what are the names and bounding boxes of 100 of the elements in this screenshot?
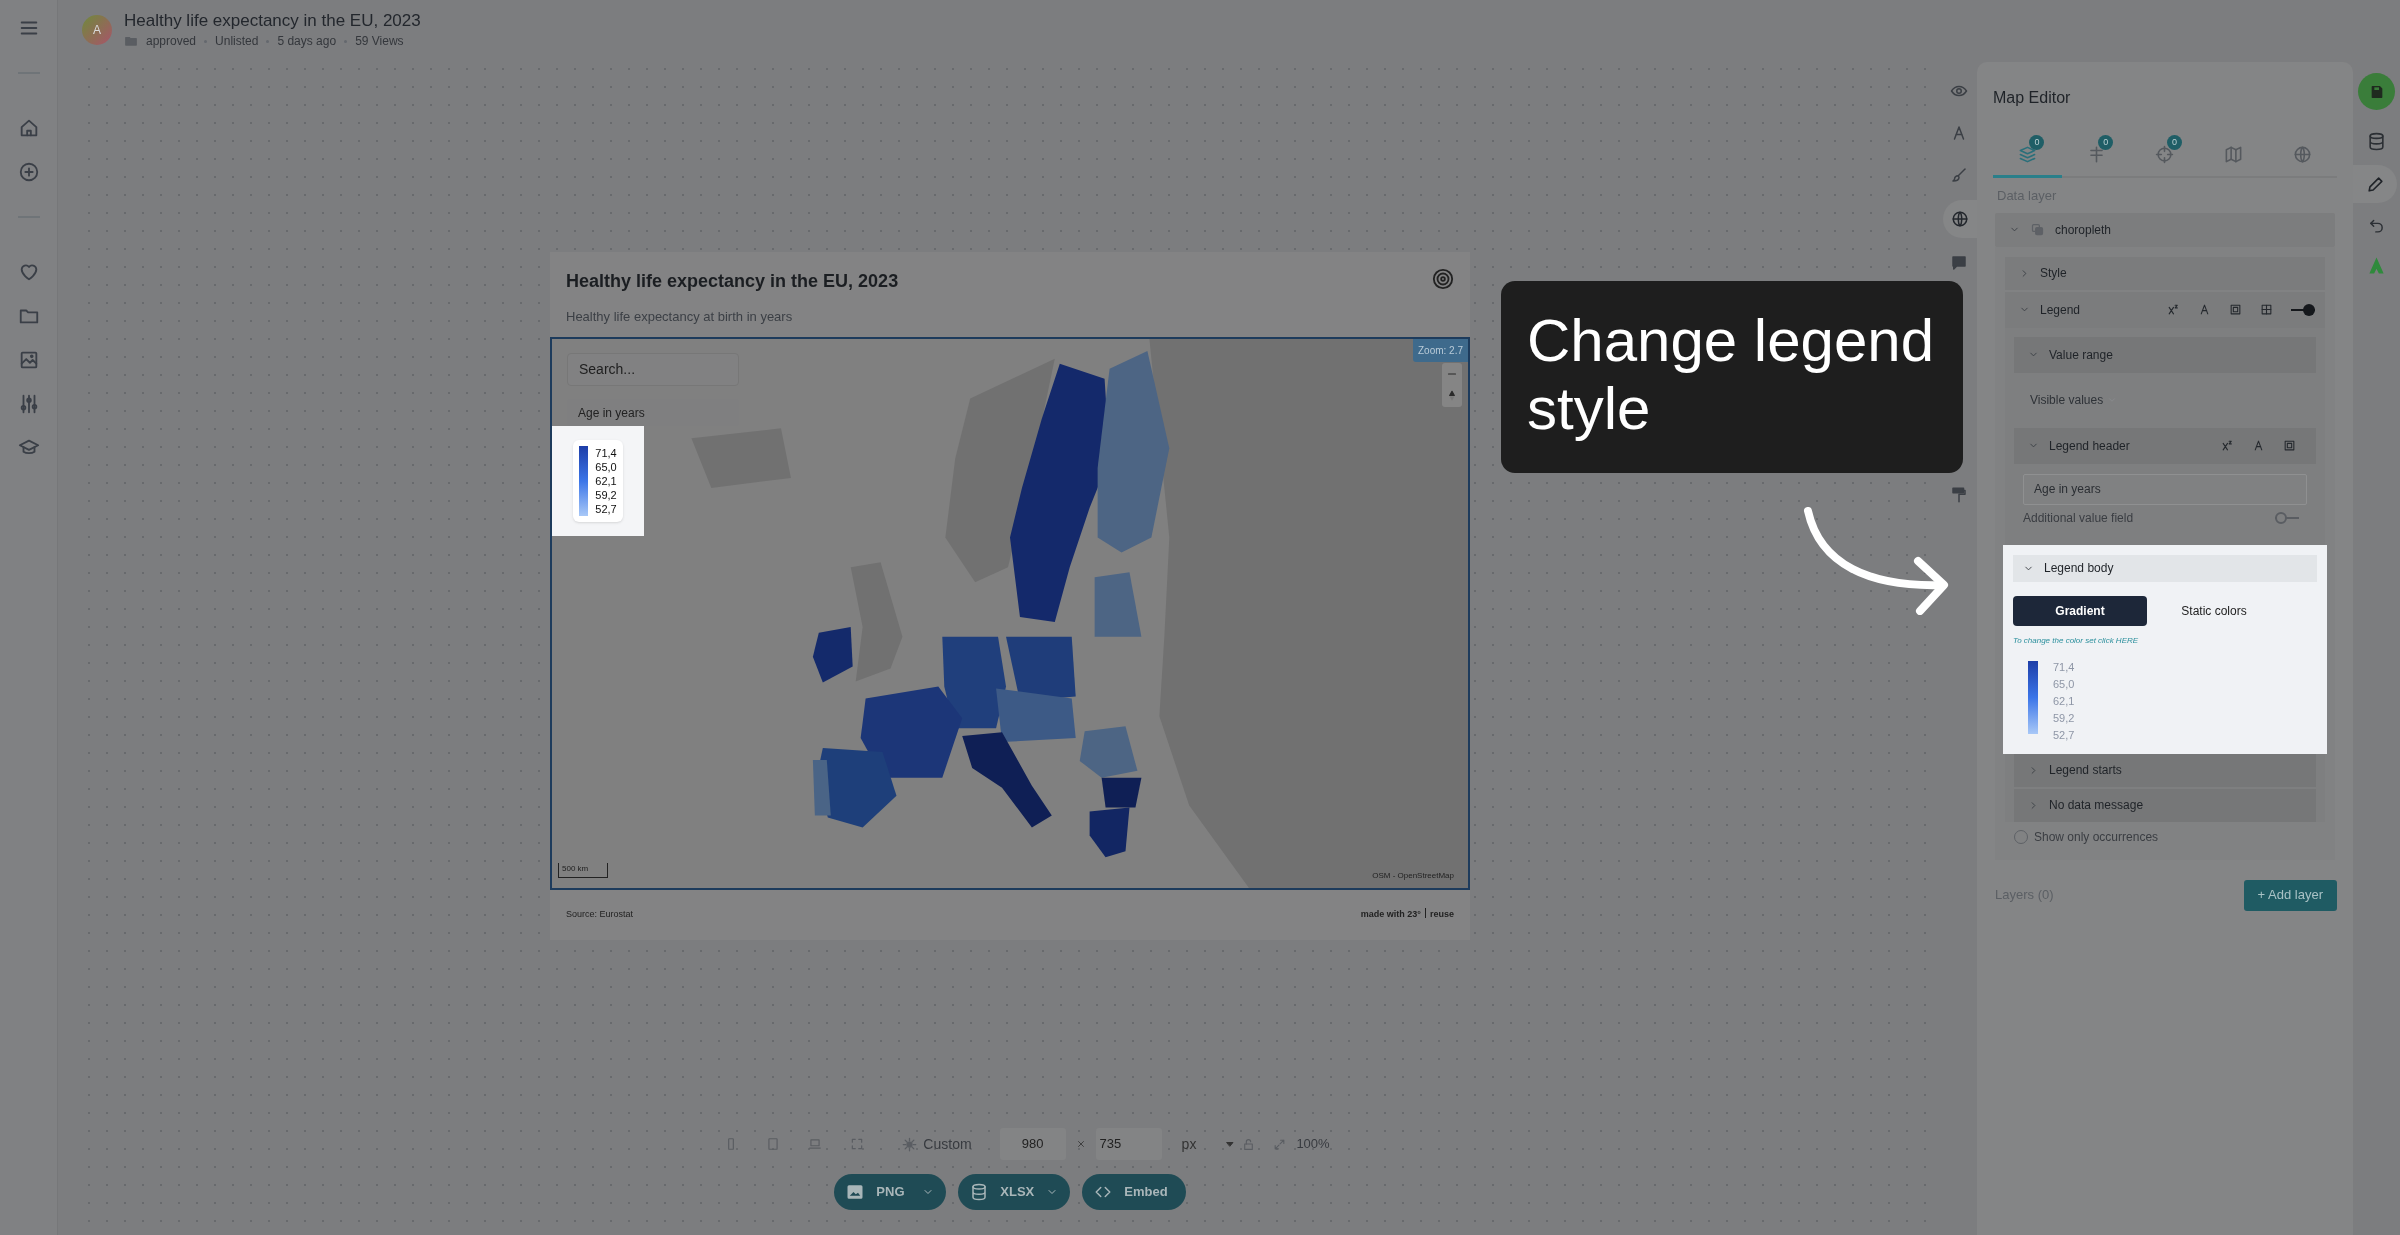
credit-text: made with 23° xyxy=(1360,908,1421,922)
scale-bar: 500 km xyxy=(558,863,608,878)
count-badge: 0 xyxy=(2029,135,2045,150)
save-button[interactable] xyxy=(2358,73,2395,110)
comment-icon[interactable] xyxy=(1949,254,1968,272)
lock-icon[interactable] xyxy=(1242,1137,1256,1151)
legend-value: 59,2 xyxy=(595,488,617,502)
section-label: Value range xyxy=(2049,346,2113,364)
section-header[interactable]: choropleth xyxy=(1995,212,2335,247)
section-label: Legend xyxy=(2040,301,2081,319)
resize-icon[interactable] xyxy=(1273,1137,1287,1151)
map-icon xyxy=(2224,145,2244,164)
logo-icon xyxy=(2367,256,2386,275)
legend-value: 62,1 xyxy=(2053,693,2075,709)
legend-value: 71,4 xyxy=(2053,659,2075,675)
gradient-bar xyxy=(579,446,589,516)
folder-icon xyxy=(124,34,138,48)
globe-icon xyxy=(2293,145,2313,164)
editor-tab[interactable]: 0 xyxy=(2130,134,2200,178)
export-button[interactable]: XLSX xyxy=(958,1174,1071,1210)
layers-icon xyxy=(2030,222,2045,237)
edit-tab[interactable] xyxy=(2353,165,2397,203)
section-label: choropleth xyxy=(2055,221,2112,239)
laptop-icon[interactable] xyxy=(808,1137,823,1151)
database-icon[interactable] xyxy=(2367,132,2386,151)
section-header[interactable]: No data message xyxy=(2014,788,2316,822)
legend-value: 59,2 xyxy=(2053,710,2075,726)
text-icon[interactable] xyxy=(2252,439,2265,452)
reuse-link[interactable]: reuse xyxy=(1429,908,1454,922)
section-label: Legend body xyxy=(2044,560,2114,577)
meta-text: 59 Views xyxy=(355,33,404,50)
section-header[interactable]: Legend header xyxy=(2014,427,2316,464)
legend-value: 65,0 xyxy=(595,460,617,474)
crosshair-icon xyxy=(2155,145,2175,164)
section-label: Legend starts xyxy=(2049,762,2122,779)
undo-icon[interactable] xyxy=(2368,217,2385,234)
search-field[interactable]: Search... xyxy=(567,353,739,386)
legend-value: 71,4 xyxy=(595,446,617,460)
pencil-icon xyxy=(2365,174,2385,194)
editor-tab[interactable]: 0 xyxy=(1993,134,2062,178)
dropdown-value: Visible values xyxy=(2030,392,2104,409)
option-label: Show only occurrences xyxy=(2034,828,2159,846)
tablet-icon[interactable] xyxy=(766,1137,781,1151)
fullscreen-icon[interactable] xyxy=(850,1137,865,1151)
section-header[interactable]: Legend starts xyxy=(2014,753,2316,787)
field-label: Additional value field xyxy=(2023,509,2134,527)
meta-text: approved xyxy=(146,33,197,50)
height-field[interactable]: 735 xyxy=(1095,1128,1162,1160)
section-header[interactable]: Legend xyxy=(2005,291,2325,328)
meta-text: Unlisted xyxy=(215,33,259,50)
export-button[interactable]: Embed xyxy=(1082,1174,1186,1210)
page-title: Healthy life expectancy in the EU, 2023 xyxy=(124,10,421,32)
frame-icon[interactable] xyxy=(2229,303,2242,316)
text-icon[interactable] xyxy=(2198,303,2211,316)
dropdown[interactable]: Visible values xyxy=(2030,391,2118,409)
table-icon[interactable] xyxy=(2260,303,2273,316)
zoom-label: Zoom: 2.7 xyxy=(1412,339,1468,362)
meta-text: 5 days ago xyxy=(277,33,337,50)
superscript-icon[interactable] xyxy=(2221,439,2234,452)
section-header[interactable]: Style xyxy=(2005,256,2325,290)
legend-value: 62,1 xyxy=(595,474,617,488)
globe-icon xyxy=(1951,210,1969,228)
export-button[interactable]: PNG xyxy=(834,1174,947,1210)
zoom-percent: 100% xyxy=(1296,1135,1330,1154)
unit-dropdown[interactable]: px xyxy=(1181,1133,1237,1155)
image-icon xyxy=(846,1183,865,1201)
unit-text: px xyxy=(1181,1134,1197,1154)
hint-link[interactable]: To change the color set click HERE xyxy=(2013,634,2139,647)
chevron-right-icon[interactable] xyxy=(2028,764,2039,776)
paint-roller-icon[interactable] xyxy=(1949,486,1968,504)
section-label: Style xyxy=(2040,265,2067,282)
mode-tab[interactable]: Static colors xyxy=(2147,595,2281,626)
preset-label[interactable]: Custom xyxy=(923,1133,972,1155)
add-layer-button[interactable]: + Add layer xyxy=(2243,879,2337,911)
frame-icon[interactable] xyxy=(2283,439,2296,452)
map-tool-tab[interactable] xyxy=(1943,200,1977,238)
mode-tab[interactable]: Gradient xyxy=(2013,595,2147,626)
section-header[interactable]: Value range xyxy=(2014,336,2316,373)
add-icon[interactable] xyxy=(17,161,40,183)
section-label: No data message xyxy=(2049,797,2144,814)
toggle-switch[interactable] xyxy=(2275,511,2299,524)
toggle-switch[interactable] xyxy=(2291,303,2315,316)
source-text: Source: Eurostat xyxy=(566,908,634,922)
superscript-icon[interactable] xyxy=(2167,303,2180,316)
multiply-icon xyxy=(1075,1139,1086,1149)
panel-title: Map Editor xyxy=(1993,88,2072,108)
count-badge: 0 xyxy=(2098,135,2114,150)
callout-text: Change legend style xyxy=(1501,281,1963,473)
editor-tab[interactable]: 0 xyxy=(2061,134,2131,178)
legend-value: 52,7 xyxy=(595,502,617,516)
brush-icon[interactable] xyxy=(1949,166,1968,184)
chevron-right-icon[interactable] xyxy=(2028,799,2039,811)
legend-value: 65,0 xyxy=(2053,676,2075,692)
stack-icon xyxy=(2017,145,2037,164)
legend-value: 52,7 xyxy=(2053,727,2075,743)
section-header[interactable]: Legend body xyxy=(2013,554,2317,582)
database-icon xyxy=(970,1183,989,1201)
width-field[interactable]: 980 xyxy=(999,1128,1066,1160)
text-input[interactable]: Age in years xyxy=(2023,473,2307,505)
chart-subtitle: Healthy life expectancy at birth in years xyxy=(566,308,794,326)
